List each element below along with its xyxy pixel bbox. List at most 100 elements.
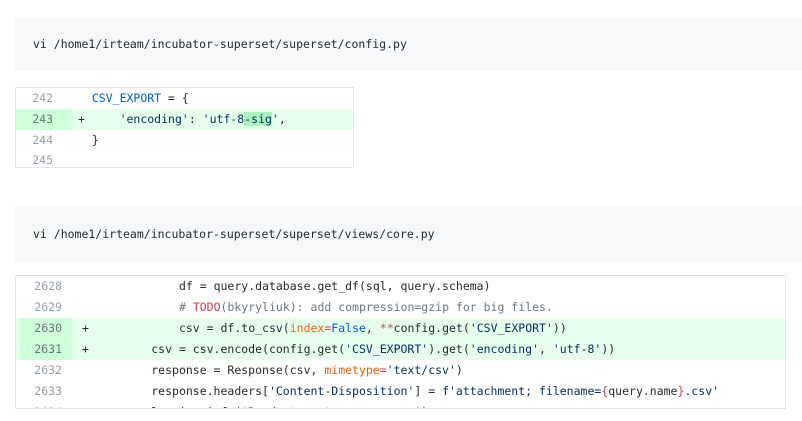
code-token: (bkyryliuk): add compression=gzip for bi… — [220, 300, 553, 314]
code-token: = { — [161, 91, 189, 105]
code-token: 'CSV_EXPORT' — [469, 321, 553, 335]
diff-line: 2628 df = query.database.get_df(sql, que… — [16, 276, 785, 297]
code-text — [78, 150, 92, 167]
diff-marker — [78, 133, 85, 147]
code-token: -sig — [244, 111, 272, 126]
diff-marker — [82, 384, 89, 398]
code-token: 'Content-Disposition' — [268, 384, 415, 398]
diff-line-added: 2630 + csv = df.to_csv(index=False, **con… — [16, 318, 785, 339]
code-token: f'attachment; filename= — [442, 384, 602, 398]
code-token: = — [379, 363, 387, 377]
diff-line: 245 — [16, 150, 353, 168]
diff-block-core: 2628 df = query.database.get_df(sql, que… — [15, 275, 786, 409]
diff-marker — [82, 279, 89, 293]
line-number: 243 — [16, 108, 72, 130]
code-token: ' — [271, 111, 279, 126]
code-token: 'utf-8 — [202, 111, 245, 126]
diff-marker — [82, 300, 89, 314]
diff-line: 244 } — [16, 130, 353, 151]
code-token: index — [289, 321, 325, 335]
diff-line: 2634 logging.info('Ready to return respo… — [16, 402, 785, 408]
code-token: } — [91, 132, 99, 147]
diff-block-config: 242 CSV_EXPORT = {243 + 'encoding': 'utf-… — [15, 87, 354, 168]
diff-line: 242 CSV_EXPORT = { — [16, 88, 353, 109]
code-token: config.get( — [393, 321, 470, 335]
code-text: response = Response(csv, mimetype='text/… — [82, 360, 463, 381]
code-text: + 'encoding': 'utf-8-sig', — [78, 109, 286, 130]
line-number: 2631 — [20, 339, 72, 360]
line-number: 2630 — [20, 318, 72, 339]
code-text: df = query.database.get_df(sql, query.sc… — [82, 276, 491, 297]
line-number: 2632 — [34, 363, 62, 377]
line-number: 244 — [32, 132, 53, 147]
code-token: .csv' — [684, 384, 720, 398]
diff-marker — [78, 153, 85, 167]
diff-marker: + — [82, 321, 89, 335]
code-token: response.headers[ — [151, 384, 269, 398]
code-token: ).get( — [428, 342, 470, 356]
diff-marker — [82, 363, 89, 377]
code-text: + csv = csv.encode(config.get('CSV_EXPOR… — [82, 339, 615, 360]
line-number: 242 — [32, 91, 53, 105]
code-text: CSV_EXPORT = { — [78, 88, 189, 109]
code-text: # TODO(bkyryliuk): add compression=gzip … — [82, 297, 553, 318]
code-token: TODO — [192, 300, 221, 314]
diff-line-added: 243 + 'encoding': 'utf-8-sig', — [16, 108, 353, 130]
code-text: logging.info('Ready to return response') — [82, 402, 428, 408]
diff-line: 2633 response.headers['Content-Dispositi… — [16, 381, 785, 402]
code-token: False — [331, 321, 366, 335]
code-token: # — [178, 300, 193, 314]
code-token: ) — [455, 363, 463, 377]
code-token: )) — [601, 342, 616, 356]
code-token: 'CSV_EXPORT' — [345, 342, 429, 356]
code-token: )) — [552, 321, 567, 335]
diff-line-added: 2631 + csv = csv.encode(config.get('CSV_E… — [16, 339, 785, 360]
code-text: } — [78, 130, 99, 151]
code-token: mimetype — [324, 363, 380, 377]
diff-marker: + — [78, 111, 85, 126]
code-token: 'encoding' — [469, 342, 540, 356]
line-number: 2634 — [20, 402, 72, 408]
code-token: 'utf-8' — [552, 342, 602, 356]
code-token: : — [188, 111, 203, 126]
code-token: csv = csv.encode(config.get( — [151, 342, 346, 356]
line-number: 2628 — [34, 279, 62, 293]
code-token: response = Response(csv, — [151, 363, 325, 377]
code-token: ** — [379, 321, 394, 335]
command-text: vi /home1/irteam/incubator-superset/supe… — [33, 227, 435, 241]
code-token: query.name — [608, 384, 678, 398]
diff-marker: + — [82, 342, 89, 356]
code-token: 'encoding' — [119, 111, 189, 126]
code-token: ] = — [414, 384, 443, 398]
code-token: df = query.database.get_df(sql, query.sc… — [178, 279, 491, 293]
code-token: logging.info('Ready to return response') — [151, 405, 428, 408]
diff-line: 2629 # TODO(bkyryliuk): add compression=… — [16, 297, 785, 318]
diff-marker — [82, 405, 89, 408]
code-token: 'text/csv' — [386, 363, 456, 377]
code-token: csv = df.to_csv( — [178, 321, 290, 335]
code-token: , — [365, 321, 380, 335]
command-text: vi /home1/irteam/incubator-superset/supe… — [33, 37, 407, 51]
line-number: 2633 — [34, 384, 62, 398]
code-token: CSV_EXPORT — [91, 91, 162, 105]
diff-line: 2632 response = Response(csv, mimetype='… — [16, 360, 785, 381]
diff-marker — [78, 91, 85, 105]
command-line-config: vi /home1/irteam/incubator-superset/supe… — [15, 18, 802, 71]
line-number: 2629 — [34, 300, 62, 314]
code-text: response.headers['Content-Disposition'] … — [82, 381, 719, 402]
command-line-core: vi /home1/irteam/incubator-superset/supe… — [15, 207, 802, 261]
code-text: + csv = df.to_csv(index=False, **config.… — [82, 318, 567, 339]
code-token: , — [278, 111, 286, 126]
line-number: 245 — [32, 153, 53, 168]
